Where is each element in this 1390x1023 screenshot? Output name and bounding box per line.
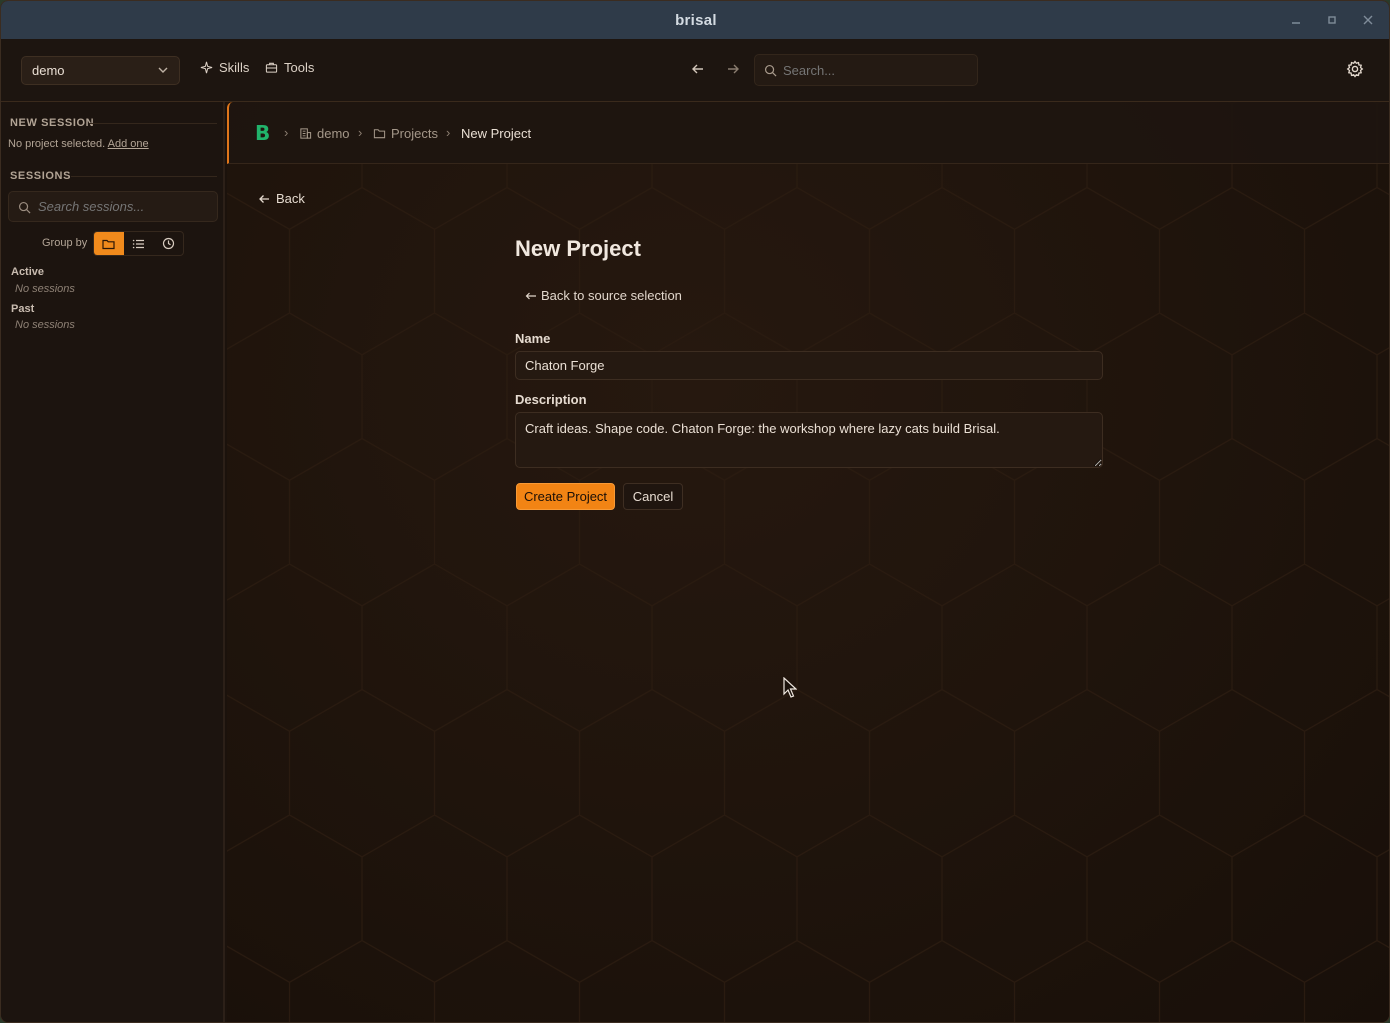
add-project-link[interactable]: Add one [108, 138, 149, 150]
back-to-source-link[interactable]: Back to source selection [525, 288, 682, 303]
search-icon [18, 201, 31, 214]
sessions-heading: SESSIONS [10, 170, 72, 182]
chevron-down-icon [158, 67, 168, 73]
window-title: brisal [675, 11, 717, 29]
description-field[interactable]: Craft ideas. Shape code. Chaton Forge: t… [515, 412, 1103, 468]
group-by-time-button[interactable] [153, 232, 183, 255]
clock-icon [162, 237, 174, 250]
arrow-left-icon [259, 194, 269, 203]
mouse-cursor-icon [783, 677, 797, 698]
name-label: Name [515, 331, 551, 346]
no-project-text: No project selected. [8, 138, 106, 150]
folder-icon [373, 129, 386, 139]
breadcrumb-current-label: New Project [461, 126, 532, 141]
global-search-input[interactable] [783, 62, 963, 78]
breadcrumb-separator: › [446, 125, 451, 140]
global-search[interactable] [754, 54, 978, 86]
breadcrumb-separator: › [358, 125, 363, 140]
sidebar: NEW SESSION No project selected. Add one… [1, 102, 225, 1022]
app-toolbar: demo Skills Tools [1, 39, 1389, 102]
description-label: Description [515, 392, 587, 407]
back-button[interactable]: Back [258, 191, 305, 206]
brisal-logo[interactable]: B [255, 121, 270, 145]
divider [89, 123, 217, 124]
maximize-icon[interactable] [1323, 11, 1341, 29]
sparkles-icon [200, 61, 213, 74]
group-active-empty: No sessions [15, 283, 75, 295]
hexagon-background-pattern [227, 102, 1389, 1022]
nav-forward-arrow-icon[interactable] [723, 59, 743, 79]
group-by-label: Group by [42, 237, 88, 249]
new-session-heading: NEW SESSION [10, 117, 95, 129]
folder-icon [102, 239, 115, 249]
title-bar: brisal [1, 1, 1389, 39]
minimize-icon[interactable] [1287, 11, 1305, 29]
cancel-button[interactable]: Cancel [623, 483, 683, 510]
breadcrumb-demo-label: demo [317, 126, 350, 141]
tools-label: Tools [284, 60, 315, 75]
gear-icon[interactable] [1346, 60, 1364, 78]
list-icon [132, 239, 144, 248]
project-select-value: demo [32, 63, 65, 78]
group-past-title: Past [11, 303, 35, 315]
no-project-message: No project selected. Add one [8, 138, 149, 150]
group-active-title: Active [11, 266, 45, 278]
close-icon[interactable] [1359, 11, 1377, 29]
app-window: brisal demo Skills Tools Search... NEW S… [0, 0, 1390, 1023]
group-by-folder-button[interactable] [94, 232, 124, 255]
nav-back-arrow-icon[interactable] [688, 59, 708, 79]
breadcrumb-projects-label: Projects [391, 126, 438, 141]
search-icon [764, 64, 777, 77]
group-past-empty: No sessions [15, 319, 75, 331]
back-label: Back [276, 191, 305, 206]
toolbox-icon [265, 62, 278, 73]
page-title: New Project [515, 236, 641, 261]
back-to-source-label: Back to source selection [541, 288, 682, 303]
skills-label: Skills [219, 60, 250, 75]
create-project-button[interactable]: Create Project [516, 483, 615, 510]
session-search-input[interactable] [38, 199, 208, 214]
main-content: B › demo › Projects › New Project Back N… [227, 102, 1389, 1022]
skills-link[interactable]: Skills [200, 60, 249, 75]
breadcrumb: B › demo › Projects › New Project [227, 102, 1389, 164]
building-icon [300, 128, 312, 139]
breadcrumb-separator: › [284, 125, 289, 140]
breadcrumb-current: New Project [461, 126, 531, 141]
project-select[interactable]: demo [21, 56, 180, 85]
session-search[interactable] [8, 191, 218, 222]
breadcrumb-projects[interactable]: Projects [373, 126, 438, 141]
arrow-left-icon [525, 292, 536, 299]
breadcrumb-demo[interactable]: demo [299, 126, 350, 141]
group-by-toggle [93, 231, 184, 256]
name-field[interactable] [515, 351, 1103, 380]
group-by-list-button[interactable] [124, 232, 154, 255]
tools-link[interactable]: Tools [265, 60, 314, 75]
window-controls [1287, 1, 1377, 39]
divider [71, 176, 217, 177]
